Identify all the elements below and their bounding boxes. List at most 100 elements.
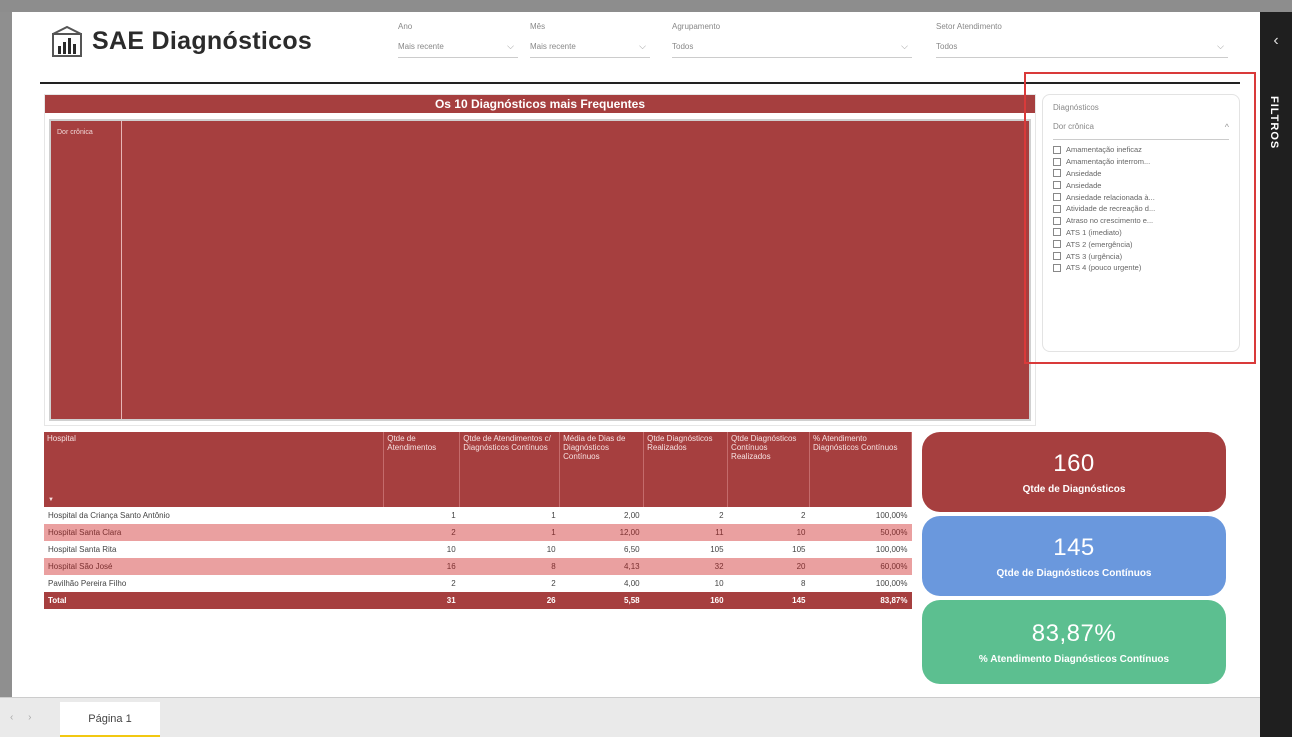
value-cell: 10 xyxy=(727,524,810,541)
sort-descending-icon[interactable]: ▼ xyxy=(48,497,54,504)
chart-axis-line xyxy=(121,121,1033,419)
value-cell: 32 xyxy=(643,558,728,575)
total-value: 31 xyxy=(383,592,460,609)
kpi-card-continuous-diagnostics: 145 Qtde de Diagnósticos Contínuos xyxy=(922,516,1226,596)
value-cell: 60,00% xyxy=(809,558,912,575)
diagnostics-slicer-label: Diagnósticos xyxy=(1053,103,1099,112)
column-header[interactable]: % Atendimento Diagnósticos Contínuos xyxy=(809,432,912,507)
app-title: SAE Diagnósticos xyxy=(92,26,313,55)
slicer-mes[interactable]: Mês Mais recente ⌵ xyxy=(530,22,650,58)
table-row[interactable]: Hospital Santa Clara 2 1 12,00 11 10 50,00% xyxy=(44,524,912,541)
diagnostics-option[interactable]: ATS 3 (urgência) xyxy=(1053,250,1229,262)
value-cell: 1 xyxy=(459,524,560,541)
chevron-left-icon[interactable]: ‹ xyxy=(1260,32,1292,50)
header-label: Hospital xyxy=(47,434,76,443)
total-value: 83,87% xyxy=(809,592,912,609)
slicer-dropdown[interactable]: Mais recente ⌵ xyxy=(530,36,650,58)
checkbox-icon[interactable] xyxy=(1053,252,1061,261)
diagnostics-option-label: ATS 2 (emergência) xyxy=(1066,239,1133,249)
diagnostics-option[interactable]: Ansiedade xyxy=(1053,168,1229,180)
column-header[interactable]: Qtde de Atendimentos xyxy=(383,432,461,507)
diagnostics-option[interactable]: Ansiedade relacionada à... xyxy=(1053,191,1229,203)
column-header[interactable]: Qtde de Atendimentos c/ Diagnósticos Con… xyxy=(459,432,561,507)
slicer-value: Mais recente xyxy=(398,42,444,51)
value-cell: 2,00 xyxy=(559,507,644,524)
diagnostics-slicer[interactable]: Diagnósticos Dor crônica ^ Amamentação in… xyxy=(1042,94,1240,352)
checkbox-icon[interactable] xyxy=(1053,193,1061,202)
diagnostics-option[interactable]: ATS 2 (emergência) xyxy=(1053,238,1229,250)
value-cell: 1 xyxy=(383,507,460,524)
slicer-dropdown[interactable]: Todos ⌵ xyxy=(672,36,912,58)
table-row[interactable]: Hospital da Criança Santo Antônio 1 1 2,00 2… xyxy=(44,507,912,524)
window-top-border xyxy=(0,0,1292,12)
value-cell: 100,00% xyxy=(809,541,912,558)
checkbox-icon[interactable] xyxy=(1053,157,1061,166)
slicer-agrupamento[interactable]: Agrupamento Todos ⌵ xyxy=(672,22,912,58)
app-logo: SAE Diagnósticos xyxy=(50,24,312,58)
checkbox-icon[interactable] xyxy=(1053,169,1061,178)
diagnostics-option[interactable]: Amamentação ineficaz xyxy=(1053,144,1229,156)
hospital-cell: Hospital Santa Rita xyxy=(44,541,384,558)
value-cell: 100,00% xyxy=(809,507,912,524)
checkbox-icon[interactable] xyxy=(1053,181,1061,190)
checkbox-icon[interactable] xyxy=(1053,145,1061,154)
value-cell: 2 xyxy=(643,507,728,524)
value-cell: 20 xyxy=(727,558,810,575)
checkbox-icon[interactable] xyxy=(1053,216,1061,225)
value-cell: 10 xyxy=(383,541,460,558)
slicer-dropdown[interactable]: Mais recente ⌵ xyxy=(398,36,518,58)
value-cell: 4,13 xyxy=(559,558,644,575)
diagnostics-option-label: Amamentação interrom... xyxy=(1066,157,1151,167)
filters-pane-label[interactable]: FILTROS xyxy=(1268,96,1280,149)
kpi-card-diagnostics: 160 Qtde de Diagnósticos xyxy=(922,432,1226,512)
value-cell: 50,00% xyxy=(809,524,912,541)
diagnostics-option[interactable]: Atraso no crescimento e... xyxy=(1053,215,1229,227)
slicer-value: Mais recente xyxy=(530,42,576,51)
kpi-value: 145 xyxy=(1053,534,1095,561)
table-total-row: Total 31 26 5,58 160 145 83,87% xyxy=(44,592,912,609)
total-value: 5,58 xyxy=(559,592,644,609)
diagnostics-option-label: ATS 3 (urgência) xyxy=(1066,251,1123,261)
diagnostics-selected-value: Dor crônica xyxy=(1053,122,1094,131)
total-value: 145 xyxy=(727,592,810,609)
value-cell: 105 xyxy=(643,541,728,558)
diagnostics-option-label: Ansiedade relacionada à... xyxy=(1066,192,1155,202)
column-header[interactable]: Média de Dias de Diagnósticos Contínuos xyxy=(559,432,645,507)
checkbox-icon[interactable] xyxy=(1053,263,1061,272)
filters-pane[interactable]: ‹ FILTROS xyxy=(1260,12,1292,737)
diagnostics-option[interactable]: Atividade de recreação d... xyxy=(1053,203,1229,215)
chart-legend-item: Dor crônica xyxy=(57,129,93,136)
diagnostics-option[interactable]: ATS 4 (pouco urgente) xyxy=(1053,262,1229,274)
top-diagnostics-chart[interactable]: Os 10 Diagnósticos mais Frequentes Dor c… xyxy=(44,94,1036,426)
diagnostics-dropdown[interactable]: Dor crônica ^ xyxy=(1053,122,1229,140)
chevron-down-icon: ⌵ xyxy=(507,41,514,51)
total-value: 26 xyxy=(459,592,560,609)
slicer-value: Todos xyxy=(672,42,694,51)
slicer-ano[interactable]: Ano Mais recente ⌵ xyxy=(398,22,518,58)
value-cell: 11 xyxy=(643,524,728,541)
diagnostics-option-label: Ansiedade xyxy=(1066,180,1102,190)
column-header[interactable]: Qtde Diagnósticos Contínuos Realizados xyxy=(727,432,810,507)
slicer-dropdown[interactable]: Todos ⌵ xyxy=(936,36,1228,58)
chevron-down-icon: ⌵ xyxy=(1217,41,1224,51)
page-tab[interactable]: Página 1 xyxy=(60,702,160,737)
value-cell: 8 xyxy=(459,558,560,575)
diagnostics-option[interactable]: ATS 1 (imediato) xyxy=(1053,227,1229,239)
column-header-hospital[interactable]: Hospital ▼ xyxy=(44,432,385,507)
checkbox-icon[interactable] xyxy=(1053,204,1061,213)
hospital-cell: Hospital São José xyxy=(44,558,384,575)
value-cell: 8 xyxy=(727,575,810,592)
checkbox-icon[interactable] xyxy=(1053,240,1061,249)
column-header[interactable]: Qtde Diagnósticos Realizados xyxy=(643,432,729,507)
diagnostics-option[interactable]: Ansiedade xyxy=(1053,179,1229,191)
table-row[interactable]: Hospital São José 16 8 4,13 32 20 60,00% xyxy=(44,558,912,575)
checkbox-icon[interactable] xyxy=(1053,228,1061,237)
diagnostics-option-label: Atraso no crescimento e... xyxy=(1066,216,1154,226)
diagnostics-options-list[interactable]: Amamentação ineficaz Amamentação interrom… xyxy=(1053,144,1229,274)
table-row[interactable]: Hospital Santa Rita 10 10 6,50 105 105 100,00% xyxy=(44,541,912,558)
diagnostics-option[interactable]: Amamentação interrom... xyxy=(1053,156,1229,168)
slicer-setor-atendimento[interactable]: Setor Atendimento Todos ⌵ xyxy=(936,22,1228,58)
page-nav-arrows[interactable]: ‹ › xyxy=(10,712,37,723)
table-row[interactable]: Pavilhão Pereira Filho 2 2 4,00 10 8 100,00% xyxy=(44,575,912,592)
chart-plot-area[interactable]: Dor crônica xyxy=(49,119,1031,421)
